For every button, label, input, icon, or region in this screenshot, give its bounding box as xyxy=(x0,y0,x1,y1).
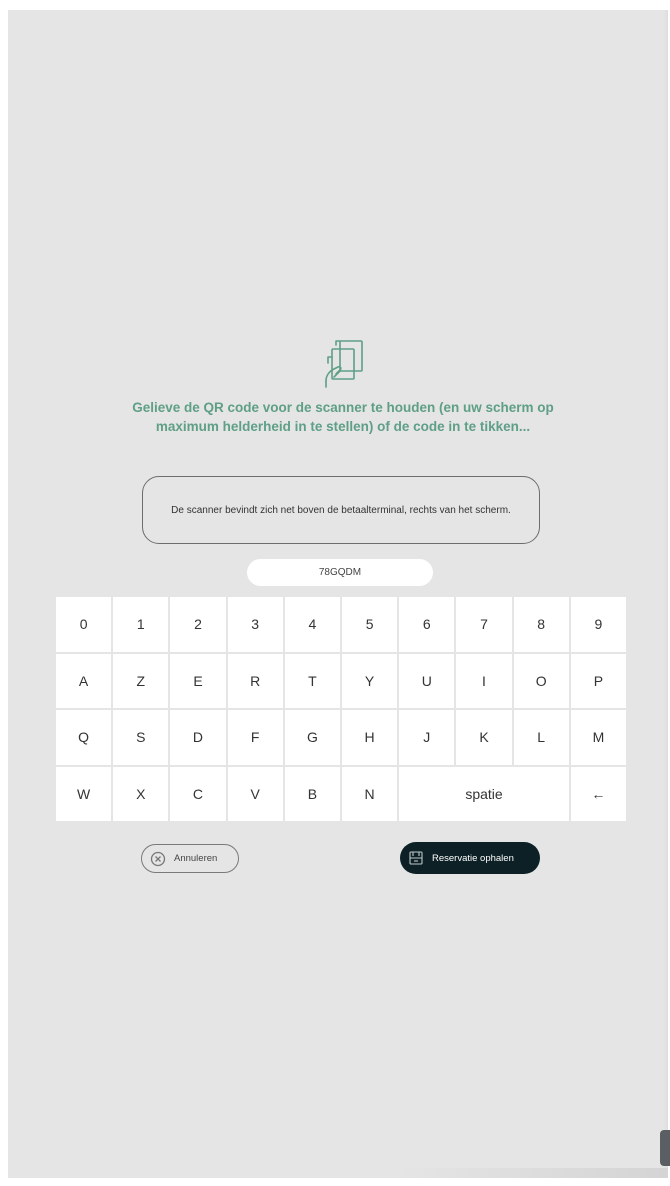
hardware-edge xyxy=(660,1130,670,1166)
fetch-reservation-label: Reservatie ophalen xyxy=(432,852,514,864)
key-2[interactable]: 2 xyxy=(170,597,226,652)
key-b[interactable]: B xyxy=(284,766,340,821)
key-0[interactable]: 0 xyxy=(56,597,112,652)
reservation-icon xyxy=(409,851,423,865)
key-7[interactable]: 7 xyxy=(456,597,512,652)
key-a[interactable]: A xyxy=(56,653,112,708)
instruction-text: Gelieve de QR code voor de scanner te ho… xyxy=(132,400,554,434)
key-backspace[interactable]: ← xyxy=(570,766,626,821)
key-q[interactable]: Q xyxy=(56,710,112,765)
cancel-circle-icon xyxy=(150,851,166,866)
bottom-shadow xyxy=(398,1168,668,1178)
key-g[interactable]: G xyxy=(284,710,340,765)
qr-scan-icon xyxy=(325,340,363,388)
key-k[interactable]: K xyxy=(456,710,512,765)
key-z[interactable]: Z xyxy=(113,653,169,708)
key-i[interactable]: I xyxy=(456,653,512,708)
key-space[interactable]: spatie xyxy=(399,766,569,821)
key-p[interactable]: P xyxy=(570,653,626,708)
scanner-info-box: De scanner bevindt zich net boven de bet… xyxy=(142,476,540,544)
screen-edge xyxy=(664,10,668,1178)
key-d[interactable]: D xyxy=(170,710,226,765)
key-1[interactable]: 1 xyxy=(113,597,169,652)
key-m[interactable]: M xyxy=(570,710,626,765)
key-y[interactable]: Y xyxy=(342,653,398,708)
key-l[interactable]: L xyxy=(513,710,569,765)
on-screen-keyboard: 0 1 2 3 4 5 6 7 8 9 A Z E R T Y U I O P … xyxy=(56,597,626,821)
key-4[interactable]: 4 xyxy=(284,597,340,652)
cancel-button[interactable]: Annuleren xyxy=(141,844,239,873)
key-t[interactable]: T xyxy=(284,653,340,708)
key-u[interactable]: U xyxy=(399,653,455,708)
key-s[interactable]: S xyxy=(113,710,169,765)
kiosk-screen: Gelieve de QR code voor de scanner te ho… xyxy=(8,10,668,1178)
key-c[interactable]: C xyxy=(170,766,226,821)
fetch-reservation-button[interactable]: Reservatie ophalen xyxy=(400,842,540,874)
key-v[interactable]: V xyxy=(227,766,283,821)
key-n[interactable]: N xyxy=(342,766,398,821)
key-x[interactable]: X xyxy=(113,766,169,821)
key-j[interactable]: J xyxy=(399,710,455,765)
key-r[interactable]: R xyxy=(227,653,283,708)
reservation-code-input[interactable] xyxy=(247,559,433,586)
key-9[interactable]: 9 xyxy=(570,597,626,652)
key-w[interactable]: W xyxy=(56,766,112,821)
cancel-button-label: Annuleren xyxy=(174,853,218,864)
key-8[interactable]: 8 xyxy=(513,597,569,652)
key-e[interactable]: E xyxy=(170,653,226,708)
key-o[interactable]: O xyxy=(513,653,569,708)
key-h[interactable]: H xyxy=(342,710,398,765)
key-6[interactable]: 6 xyxy=(399,597,455,652)
key-f[interactable]: F xyxy=(227,710,283,765)
scanner-info-text: De scanner bevindt zich net boven de bet… xyxy=(171,504,511,516)
key-3[interactable]: 3 xyxy=(227,597,283,652)
key-5[interactable]: 5 xyxy=(342,597,398,652)
